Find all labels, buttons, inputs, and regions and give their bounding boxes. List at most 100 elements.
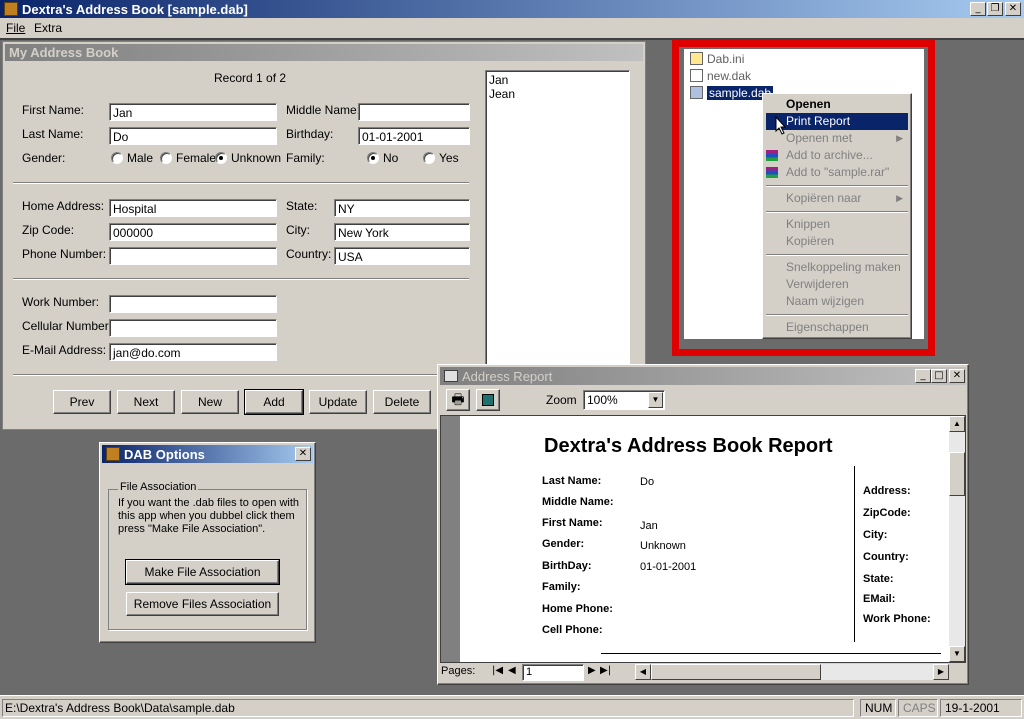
- dab-options-dialog: DAB Options ✕ File Association If you wa…: [99, 442, 316, 643]
- gender-unknown-radio[interactable]: Unknown: [215, 151, 281, 165]
- new-button[interactable]: New: [181, 390, 239, 414]
- divider: [13, 374, 439, 376]
- state-field[interactable]: NY: [334, 199, 470, 217]
- status-num: NUM: [860, 699, 896, 717]
- last-page-button[interactable]: ▶|: [600, 665, 611, 676]
- print-button[interactable]: 🖶: [446, 389, 470, 411]
- middle-name-field[interactable]: [358, 103, 470, 121]
- prev-page-button[interactable]: ◀: [508, 665, 516, 676]
- file-item-selected[interactable]: sample.dab: [690, 86, 774, 100]
- country-field[interactable]: USA: [334, 247, 470, 265]
- country-label: Country:: [286, 247, 332, 261]
- report-field-label: Cell Phone:: [542, 624, 603, 636]
- printer-icon: 🖶: [451, 391, 465, 407]
- update-button[interactable]: Update: [309, 390, 367, 414]
- next-page-button[interactable]: ▶: [588, 665, 596, 676]
- divider: [13, 278, 469, 280]
- last-name-field[interactable]: Do: [109, 127, 277, 145]
- scroll-thumb[interactable]: [949, 452, 965, 496]
- family-yes-label: Yes: [439, 151, 459, 165]
- address-report-title-bar[interactable]: Address Report: [440, 367, 966, 385]
- email-label: E-Mail Address:: [22, 343, 107, 357]
- menu-item-print-report[interactable]: Print Report: [766, 113, 908, 130]
- scroll-right-button[interactable]: ▶: [933, 664, 949, 680]
- address-book-title-bar[interactable]: My Address Book: [5, 44, 643, 61]
- report-minimize-button[interactable]: _: [915, 369, 931, 383]
- gender-label: Gender:: [22, 151, 66, 165]
- dab-options-close-button[interactable]: ✕: [295, 447, 311, 461]
- birthday-label: Birthday:: [286, 127, 334, 141]
- work-number-label: Work Number:: [22, 295, 100, 309]
- birthday-field[interactable]: 01-01-2001: [358, 127, 470, 145]
- menu-extra[interactable]: Extra: [34, 21, 62, 35]
- menu-item-knippen[interactable]: Knippen: [763, 216, 911, 233]
- first-page-button[interactable]: |◀: [492, 665, 503, 676]
- menu-bar: File Extra: [0, 18, 1024, 38]
- dab-options-title-bar[interactable]: DAB Options: [102, 445, 313, 463]
- report-column-divider: [854, 466, 855, 642]
- menu-item-snelkoppeling[interactable]: Snelkoppeling maken: [763, 259, 911, 276]
- menu-item-kopieren-naar[interactable]: Kopiëren naar ▶: [763, 190, 911, 207]
- file-item[interactable]: Dab.ini: [690, 52, 744, 66]
- report-maximize-button[interactable]: □: [931, 369, 947, 383]
- minimize-button[interactable]: _: [970, 2, 986, 16]
- close-button[interactable]: ✕: [1005, 2, 1021, 16]
- scroll-left-button[interactable]: ◀: [635, 664, 651, 680]
- report-field-label: Middle Name:: [542, 496, 614, 508]
- cellular-number-field[interactable]: [109, 319, 277, 337]
- vertical-scrollbar[interactable]: ▲ ▼: [949, 416, 965, 662]
- first-name-field[interactable]: Jan: [109, 103, 277, 121]
- scroll-thumb-horizontal[interactable]: [651, 664, 821, 680]
- family-no-radio[interactable]: No: [367, 151, 398, 165]
- report-field-label: First Name:: [542, 517, 603, 529]
- make-file-association-button[interactable]: Make File Association: [125, 559, 280, 585]
- menu-item-openen[interactable]: Openen: [763, 96, 911, 113]
- remove-files-association-button[interactable]: Remove Files Association: [126, 592, 279, 616]
- menu-item-verwijderen[interactable]: Verwijderen: [763, 276, 911, 293]
- delete-button[interactable]: Delete: [373, 390, 431, 414]
- menu-item-naam-wijzigen[interactable]: Naam wijzigen: [763, 293, 911, 310]
- menu-item-add-to-archive[interactable]: Add to archive...: [763, 147, 911, 164]
- names-list[interactable]: Jan Jean: [485, 70, 630, 366]
- horizontal-scrollbar[interactable]: ◀ ▶: [635, 664, 949, 680]
- city-field[interactable]: New York: [334, 223, 470, 241]
- gender-male-radio[interactable]: Male: [111, 151, 153, 165]
- add-button[interactable]: Add: [244, 389, 304, 415]
- phone-number-label: Phone Number:: [22, 247, 107, 261]
- report-close-button[interactable]: ✕: [949, 369, 965, 383]
- menu-separator: [766, 211, 908, 213]
- status-path: E:\Dextra's Address Book\Data\sample.dab: [2, 699, 854, 717]
- zoom-dropdown-button[interactable]: ▼: [648, 392, 663, 408]
- next-button[interactable]: Next: [117, 390, 175, 414]
- email-field[interactable]: jan@do.com: [109, 343, 277, 361]
- dab-options-icon: [106, 447, 120, 461]
- list-item[interactable]: Jan: [489, 73, 626, 87]
- file-name: new.dak: [707, 69, 752, 83]
- radio-indicator: [367, 152, 379, 164]
- menu-item-kopieren[interactable]: Kopiëren: [763, 233, 911, 250]
- work-number-field[interactable]: [109, 295, 277, 313]
- gender-female-radio[interactable]: Female: [160, 151, 216, 165]
- report-field-label: Family:: [542, 581, 581, 593]
- list-item[interactable]: Jean: [489, 87, 626, 101]
- home-address-field[interactable]: Hospital: [109, 199, 277, 217]
- menu-item-eigenschappen[interactable]: Eigenschappen: [763, 319, 911, 336]
- file-item[interactable]: new.dak: [690, 69, 751, 83]
- zip-code-field[interactable]: 000000: [109, 223, 277, 241]
- scroll-down-button[interactable]: ▼: [949, 646, 965, 662]
- report-window-title: Address Report: [462, 368, 553, 384]
- family-yes-radio[interactable]: Yes: [423, 151, 459, 165]
- ini-file-icon: [690, 52, 703, 65]
- menu-item-add-to-sample-rar[interactable]: Add to "sample.rar": [763, 164, 911, 181]
- prev-button[interactable]: Prev: [53, 390, 111, 414]
- phone-number-field[interactable]: [109, 247, 277, 265]
- app-title-bar[interactable]: Dextra's Address Book [sample.dab]: [0, 0, 1024, 18]
- address-book-title: My Address Book: [9, 45, 119, 60]
- menu-file[interactable]: File: [6, 21, 25, 35]
- first-name-label: First Name:: [22, 103, 85, 117]
- menu-separator: [766, 254, 908, 256]
- page-number-field[interactable]: 1: [522, 664, 584, 681]
- export-button[interactable]: [476, 389, 500, 411]
- scroll-up-button[interactable]: ▲: [949, 416, 965, 432]
- restore-button[interactable]: ❐: [987, 2, 1003, 16]
